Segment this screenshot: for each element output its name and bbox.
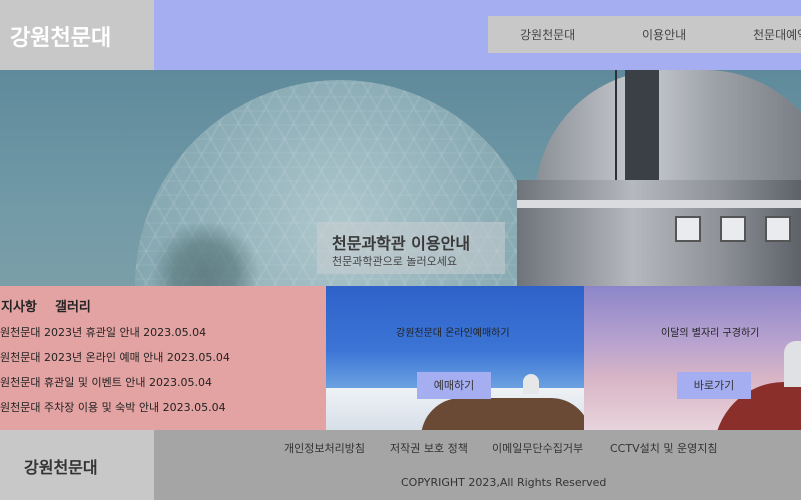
footer-link-email-refusal[interactable]: 이메일무단수집거부 — [492, 440, 583, 456]
logo-box[interactable]: 강원천문대 — [0, 0, 154, 70]
card-title: 강원천문대 온라인예매하기 — [396, 328, 510, 339]
hero-banner: 천문과학관 이용안내 천문과학관으로 놀러오세요 — [0, 70, 801, 286]
site-logo[interactable]: 강원천문대 — [10, 20, 111, 52]
notice-item[interactable]: 원천문대 2023년 휴관일 안내 2023.05.04 — [0, 324, 206, 340]
site-footer: 강원천문대 개인정보처리방침 저작권 보호 정책 이메일무단수집거부 CCTV설… — [0, 430, 801, 500]
hero-caption: 천문과학관 이용안내 천문과학관으로 놀러오세요 — [317, 222, 505, 274]
footer-link-copyright-policy[interactable]: 저작권 보호 정책 — [390, 440, 468, 456]
observatory-dome-image — [495, 70, 801, 286]
main-nav: 강원천문대 이용안내 천문대예약 — [488, 16, 801, 53]
site-header: 강원천문대 강원천문대 이용안내 천문대예약 — [0, 0, 801, 70]
card-title: 이달의 별자리 구경하기 — [661, 328, 760, 339]
notice-item[interactable]: 원천문대 2023년 온라인 예매 안내 2023.05.04 — [0, 349, 230, 365]
palm-tree-silhouette — [150, 220, 260, 286]
observatory-icon — [784, 341, 801, 387]
footer-link-privacy[interactable]: 개인정보처리방침 — [284, 440, 365, 456]
tab-gallery[interactable]: 갤러리 — [55, 296, 91, 315]
notice-item[interactable]: 원천문대 주차장 이용 및 숙박 안내 2023.05.04 — [0, 399, 226, 415]
notice-item[interactable]: 원천문대 휴관일 및 이벤트 안내 2023.05.04 — [0, 374, 212, 390]
nav-item-guide[interactable]: 이용안내 — [642, 26, 686, 43]
constellation-card: 이달의 별자리 구경하기 바로가기 — [584, 286, 801, 430]
online-reservation-card: 강원천문대 온라인예매하기 예매하기 — [326, 286, 584, 430]
footer-link-cctv[interactable]: CCTV설치 및 운영지침 — [610, 440, 717, 456]
hero-subtitle: 천문과학관으로 놀러오세요 — [332, 255, 457, 268]
footer-logo-box: 강원천문대 — [0, 430, 154, 500]
reserve-button[interactable]: 예매하기 — [417, 372, 491, 399]
notice-panel: 지사항 갤러리 원천문대 2023년 휴관일 안내 2023.05.04 원천문… — [0, 286, 326, 430]
tab-notice[interactable]: 지사항 — [1, 296, 37, 315]
footer-logo[interactable]: 강원천문대 — [24, 454, 98, 478]
go-button[interactable]: 바로가기 — [677, 372, 751, 399]
nav-item-about[interactable]: 강원천문대 — [520, 26, 575, 43]
nav-item-reservation[interactable]: 천문대예약 — [753, 26, 801, 43]
observatory-icon — [523, 374, 539, 394]
copyright-text: COPYRIGHT 2023,All Rights Reserved — [401, 476, 607, 489]
hero-title: 천문과학관 이용안내 — [332, 234, 471, 253]
